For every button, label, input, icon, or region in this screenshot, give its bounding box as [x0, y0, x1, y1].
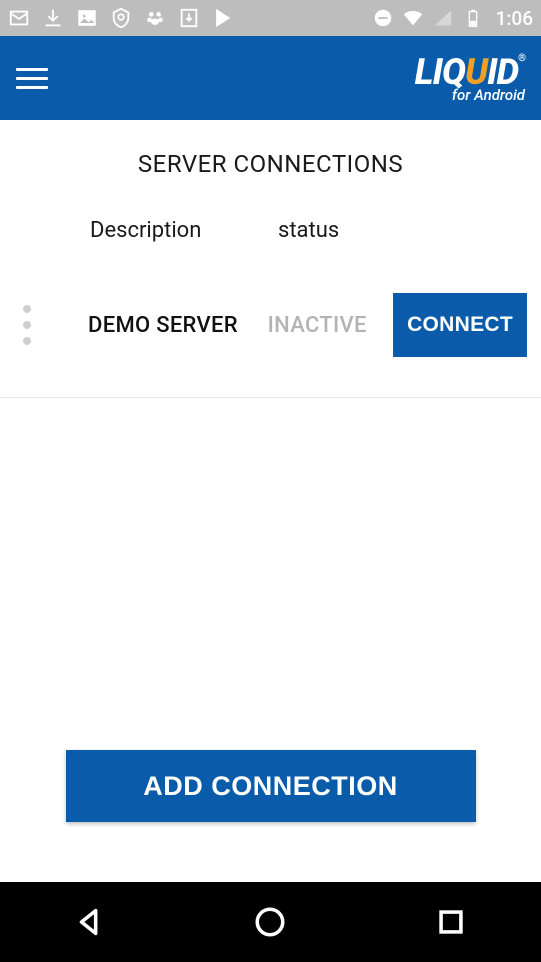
dnd-icon — [372, 7, 394, 29]
add-connection-button[interactable]: ADD CONNECTION — [66, 750, 476, 822]
signal-icon — [432, 7, 454, 29]
wifi-icon — [402, 7, 424, 29]
mail-icon — [8, 7, 30, 29]
image-icon — [76, 7, 98, 29]
column-headers: Description status — [0, 218, 541, 243]
column-status-header: status — [278, 218, 339, 243]
paw-icon — [144, 7, 166, 29]
server-status: INACTIVE — [268, 313, 393, 338]
drag-handle-icon[interactable] — [0, 305, 54, 345]
main-content: SERVER CONNECTIONS Description status DE… — [0, 120, 541, 882]
server-description: DEMO SERVER — [54, 313, 268, 338]
play-store-icon — [212, 7, 234, 29]
download-icon — [42, 7, 64, 29]
server-row: DEMO SERVER INACTIVE CONNECT — [0, 293, 541, 398]
status-right-icons: 1:06 — [372, 7, 533, 30]
battery-icon — [462, 7, 484, 29]
shield-icon — [110, 7, 132, 29]
connect-button[interactable]: CONNECT — [393, 293, 527, 357]
app-header: LIQUID® for Android — [0, 36, 541, 120]
app-logo: LIQUID® for Android — [415, 54, 525, 103]
status-left-icons — [8, 7, 234, 29]
menu-icon[interactable] — [16, 60, 52, 96]
download-box-icon — [178, 7, 200, 29]
page-title: SERVER CONNECTIONS — [0, 150, 541, 178]
home-button[interactable] — [180, 882, 360, 962]
android-status-bar: 1:06 — [0, 0, 541, 36]
recent-apps-button[interactable] — [361, 882, 541, 962]
column-description-header: Description — [90, 218, 278, 243]
android-nav-bar — [0, 882, 541, 962]
status-time: 1:06 — [496, 7, 533, 30]
back-button[interactable] — [0, 882, 180, 962]
